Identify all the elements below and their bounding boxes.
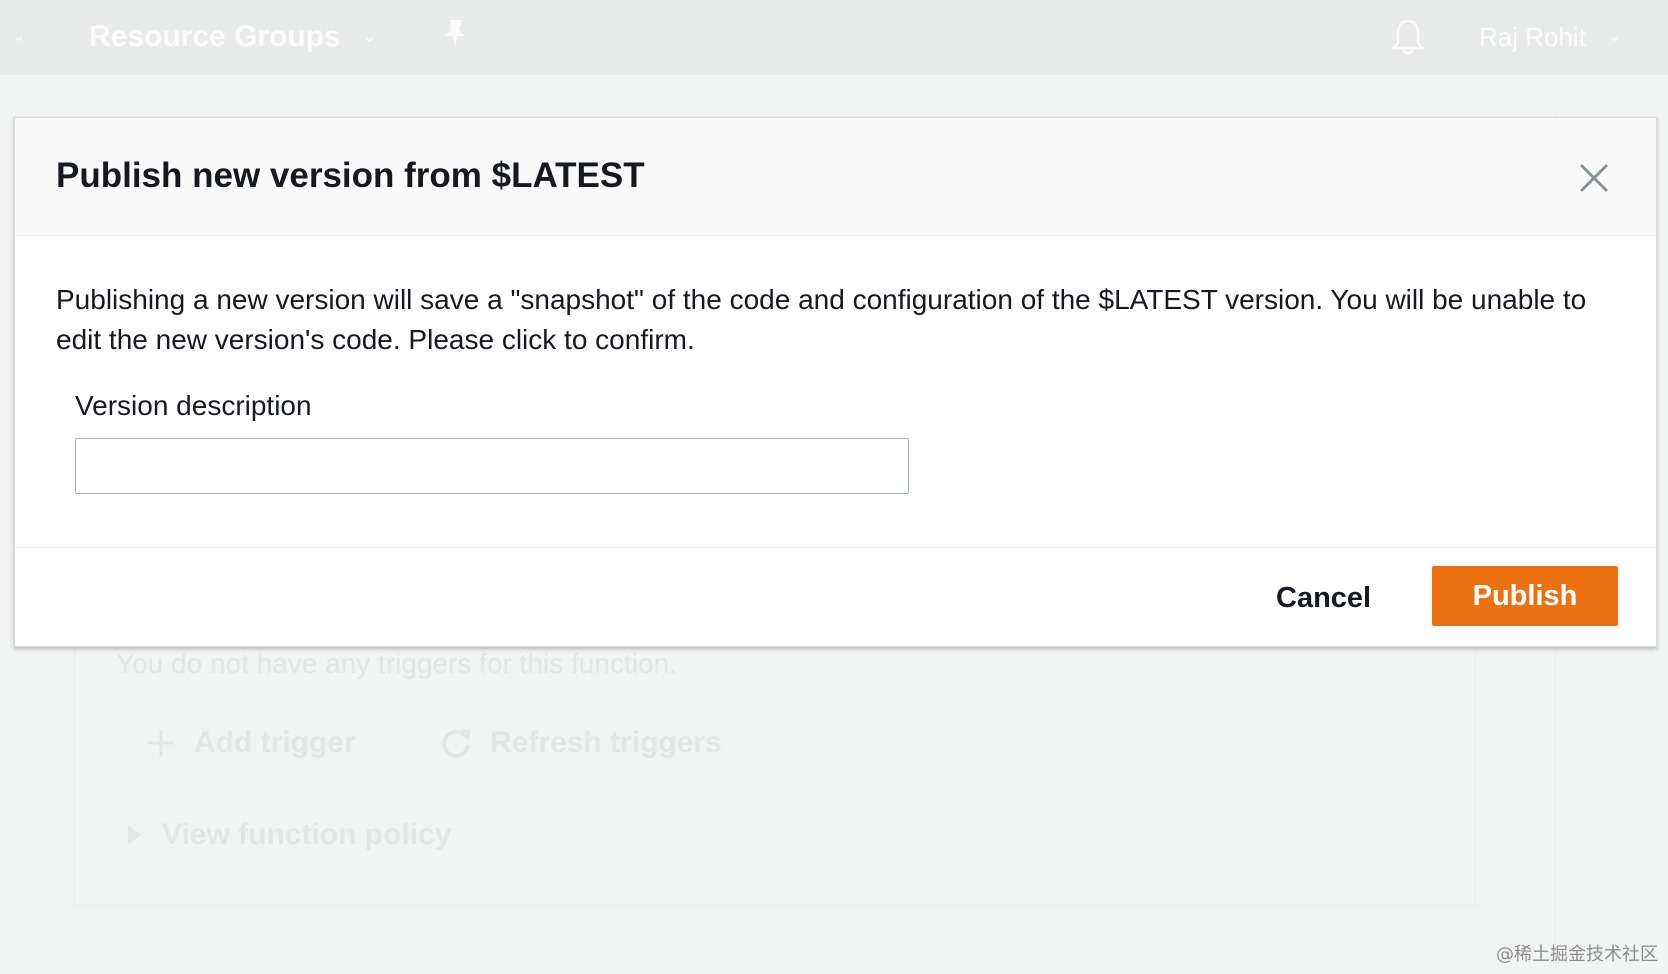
top-navigation-bar: ⌄ Resource Groups ⌄ Raj Rohit ⌄ (0, 0, 1668, 75)
view-function-policy-label: View function policy (162, 818, 452, 851)
caret-right-icon (128, 826, 142, 844)
publish-version-modal: Publish new version from $LATEST Publish… (14, 117, 1657, 647)
pin-icon[interactable] (440, 18, 470, 52)
publish-description: Publishing a new version will save a "sn… (56, 284, 1587, 355)
modal-footer: Cancel Publish (15, 547, 1656, 647)
modal-header: Publish new version from $LATEST (15, 118, 1656, 236)
no-triggers-text: You do not have any triggers for this fu… (116, 648, 677, 679)
add-trigger-button[interactable]: Add trigger (146, 726, 356, 760)
bell-icon[interactable] (1390, 18, 1426, 56)
publish-button[interactable]: Publish (1432, 566, 1618, 626)
close-icon[interactable] (1576, 160, 1612, 196)
plus-icon (148, 730, 174, 756)
add-trigger-label: Add trigger (194, 726, 356, 759)
modal-title: Publish new version from $LATEST (56, 156, 645, 195)
watermark: @稀土掘金技术社区 (1496, 944, 1658, 965)
user-menu[interactable]: Raj Rohit (1479, 22, 1586, 53)
refresh-triggers-button[interactable]: Refresh triggers (440, 726, 722, 760)
view-function-policy-toggle[interactable]: View function policy (128, 818, 451, 852)
refresh-icon (442, 729, 470, 758)
resource-groups-menu[interactable]: Resource Groups (89, 20, 341, 54)
modal-body: Publishing a new version will save a "sn… (56, 280, 1636, 360)
version-description-label: Version description (75, 390, 312, 421)
version-description-input[interactable] (75, 438, 909, 494)
user-chevron-down-icon[interactable]: ⌄ (1608, 26, 1621, 46)
menu-chevron-down-icon[interactable]: ⌄ (12, 26, 25, 46)
refresh-triggers-label: Refresh triggers (490, 726, 722, 759)
cancel-button[interactable]: Cancel (1276, 568, 1371, 628)
resource-groups-chevron-down-icon[interactable]: ⌄ (362, 26, 377, 47)
